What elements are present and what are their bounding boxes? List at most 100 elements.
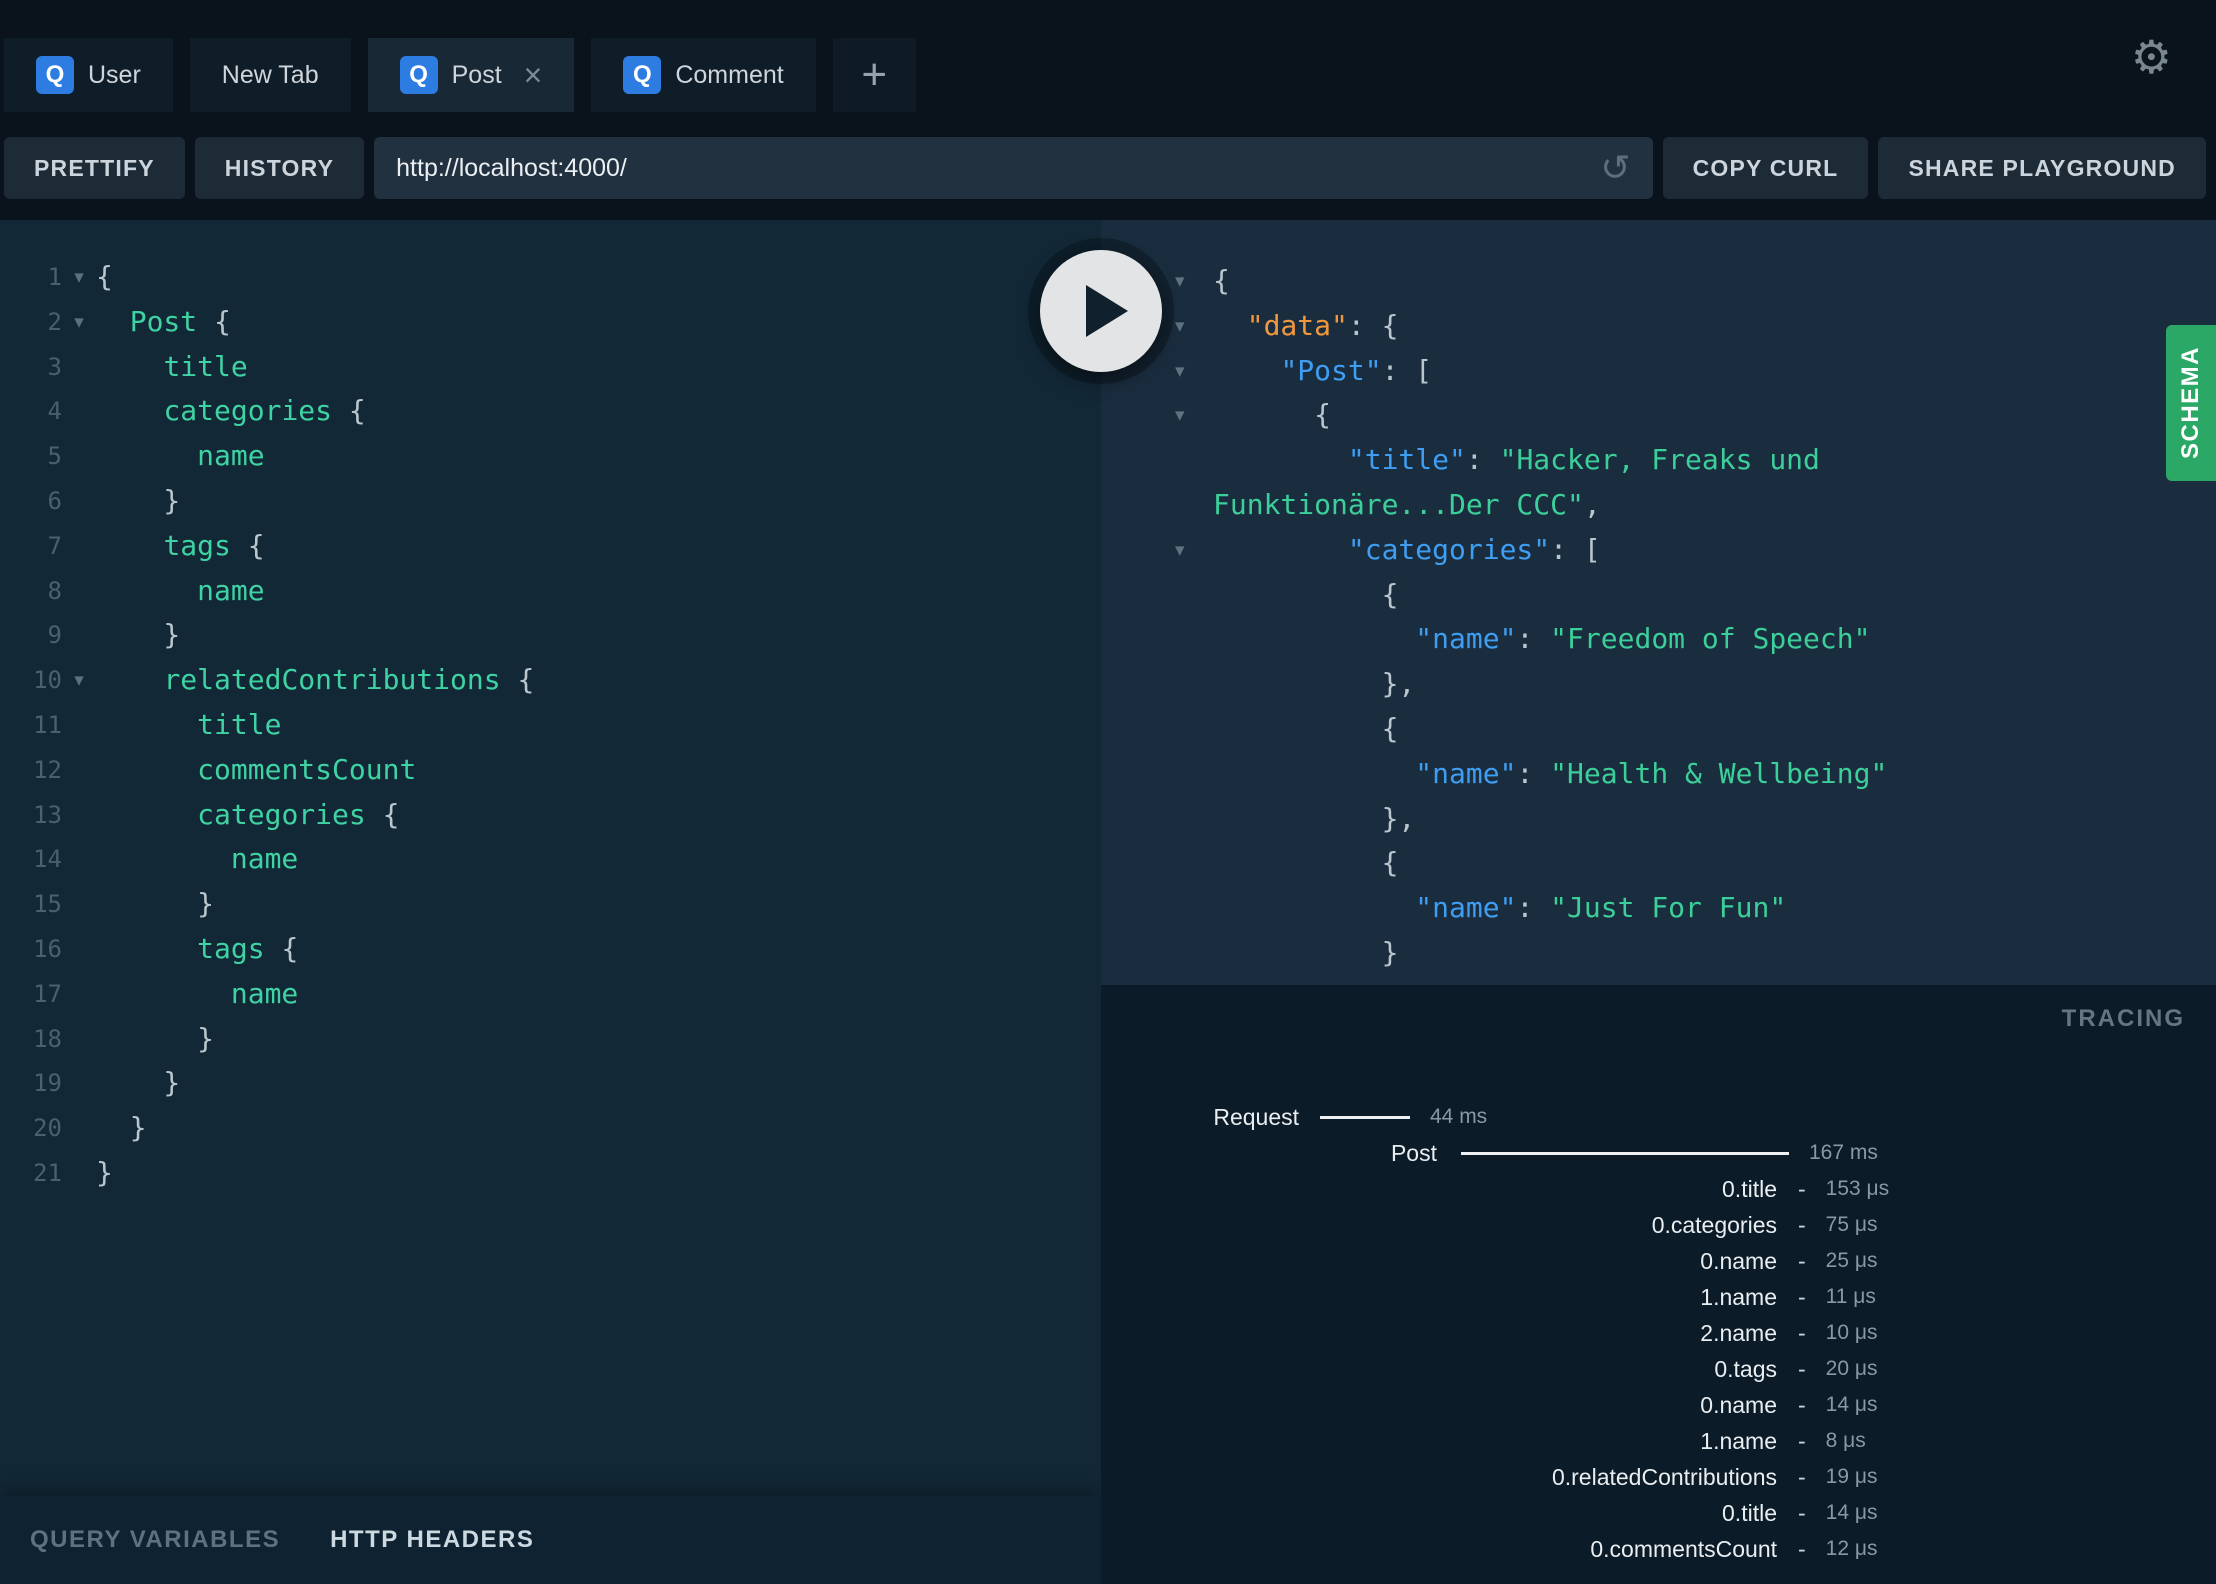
fold-arrow-spacer <box>62 479 96 524</box>
tracing-span-label: 0.relatedContributions <box>1551 1463 1777 1490</box>
tracing-span-label: Post <box>1390 1139 1437 1166</box>
fold-arrow-spacer <box>62 1061 96 1106</box>
tab-user[interactable]: Q User <box>4 38 173 112</box>
fold-arrow-icon[interactable]: ▾ <box>1175 349 1213 394</box>
tracing-row: 0.commentsCount -12 μs <box>1101 1531 2216 1567</box>
tracing-row: 0.title -14 μs <box>1101 1495 2216 1531</box>
tab-post[interactable]: Q Post × <box>367 38 575 112</box>
code-line: ], <box>1101 976 2216 985</box>
line-number: 1 <box>47 263 62 291</box>
tab-new-tab[interactable]: New Tab <box>189 38 351 112</box>
close-tab-icon[interactable]: × <box>524 59 543 91</box>
play-icon <box>1086 285 1128 337</box>
fold-arrow-icon[interactable]: ▾ <box>1175 304 1213 349</box>
tracing-row: 0.name -25 μs <box>1101 1243 2216 1279</box>
prettify-button[interactable]: PRETTIFY <box>4 137 185 199</box>
fold-arrow-spacer <box>62 1151 96 1196</box>
fold-arrow-spacer <box>62 1017 96 1062</box>
line-number: 11 <box>33 710 62 739</box>
tab-comment[interactable]: Q Comment <box>591 38 816 112</box>
tracing-dash: - <box>1798 1247 1806 1274</box>
code-line: 2 ▾ Post { <box>0 300 1101 345</box>
tracing-duration: 25 μs <box>1825 1249 1878 1272</box>
history-button[interactable]: HISTORY <box>194 137 365 199</box>
line-number: 14 <box>33 845 62 874</box>
fold-arrow-spacer <box>1175 841 1213 886</box>
settings-gear-icon[interactable]: ⚙ <box>2131 34 2172 80</box>
code-line: ▾ "Post": [ <box>1101 349 2216 394</box>
endpoint-url-box: ↺ <box>374 137 1653 199</box>
line-number: 21 <box>33 1158 62 1187</box>
tracing-span-label: 2.name <box>1700 1319 1777 1346</box>
reload-schema-icon[interactable]: ↺ <box>1600 150 1630 186</box>
tab-label: Comment <box>675 60 784 89</box>
code-line: ▾{ <box>1101 259 2216 304</box>
code-line: 20 } <box>0 1106 1101 1151</box>
fold-arrow-icon[interactable]: ▾ <box>62 658 96 703</box>
fold-arrow-spacer <box>1175 573 1213 618</box>
fold-arrow-icon[interactable]: ▾ <box>1175 259 1213 304</box>
tab-label: Post <box>451 60 502 89</box>
code-line: "name": "Just For Fun" <box>1101 886 2216 931</box>
tracing-dash: - <box>1798 1283 1806 1310</box>
code-line: "title": "Hacker, Freaks und <box>1101 438 2216 483</box>
tracing-rows: Request 44 ms Post 167 ms 0.title -153 μs 0.ca… <box>1101 1099 2216 1567</box>
line-number: 20 <box>33 1114 62 1143</box>
line-number: 7 <box>47 531 62 560</box>
line-number: 12 <box>33 755 62 784</box>
line-number: 2 <box>47 307 62 336</box>
line-number: 19 <box>33 1069 62 1098</box>
query-editor[interactable]: 1 ▾{2 ▾ Post {3 title 4 categories {5 name 6… <box>0 220 1101 1496</box>
tab-list: Q User New Tab Q Post × Q Comment <box>4 38 816 112</box>
endpoint-url-input[interactable] <box>396 153 1585 183</box>
tracing-duration: 8 μs <box>1825 1429 1866 1452</box>
tracing-header[interactable]: TRACING <box>1101 1005 2216 1039</box>
copy-curl-button[interactable]: COPY CURL <box>1662 137 1869 199</box>
toolbar: PRETTIFY HISTORY ↺ COPY CURL SHARE PLAYG… <box>0 112 2216 220</box>
code-line: } <box>1101 931 2216 976</box>
fold-arrow-icon[interactable]: ▾ <box>62 255 96 300</box>
fold-arrow-icon[interactable]: ▾ <box>1175 393 1213 438</box>
fold-arrow-spacer <box>62 748 96 793</box>
code-line: 8 name <box>0 569 1101 614</box>
main-area: 1 ▾{2 ▾ Post {3 title 4 categories {5 name 6… <box>0 220 2216 1584</box>
editor-footer: QUERY VARIABLES HTTP HEADERS <box>0 1496 1101 1584</box>
response-viewer: ▾{▾ "data": {▾ "Post": [▾ { "title": "Ha… <box>1101 220 2216 985</box>
code-line: 6 } <box>0 479 1101 524</box>
tracing-row: 0.name -14 μs <box>1101 1387 2216 1423</box>
code-line: 17 name <box>0 972 1101 1017</box>
fold-arrow-spacer <box>1175 617 1213 662</box>
line-number: 5 <box>47 442 62 471</box>
line-number: 6 <box>47 486 62 515</box>
tracing-span-label: Request <box>1213 1103 1299 1130</box>
fold-arrow-spacer <box>1175 707 1213 752</box>
fold-arrow-icon[interactable]: ▾ <box>1175 528 1213 573</box>
fold-arrow-spacer <box>62 837 96 882</box>
line-number: 4 <box>47 397 62 426</box>
tracing-span-label: 0.commentsCount <box>1590 1535 1777 1562</box>
execute-button[interactable] <box>1040 250 1162 372</box>
code-line: 19 } <box>0 1061 1101 1106</box>
code-line: 14 name <box>0 837 1101 882</box>
response-lines: ▾{▾ "data": {▾ "Post": [▾ { "title": "Ha… <box>1101 259 2216 985</box>
fold-arrow-spacer <box>62 927 96 972</box>
schema-tab[interactable]: SCHEMA <box>2166 325 2216 481</box>
line-number: 10 <box>33 666 62 695</box>
tracing-row: 1.name -11 μs <box>1101 1279 2216 1315</box>
code-line: 9 } <box>0 613 1101 658</box>
http-headers-tab[interactable]: HTTP HEADERS <box>330 1526 534 1554</box>
fold-arrow-spacer <box>1175 886 1213 931</box>
code-line: 7 tags { <box>0 524 1101 569</box>
code-line: }, <box>1101 662 2216 707</box>
query-icon: Q <box>36 56 74 94</box>
tracing-dash: - <box>1798 1175 1806 1202</box>
tab-label: New Tab <box>221 60 319 89</box>
fold-arrow-icon[interactable]: ▾ <box>62 300 96 345</box>
code-line: 12 commentsCount <box>0 748 1101 793</box>
tracing-panel: TRACING Request 44 ms Post 167 ms 0.title -15… <box>1101 985 2216 1584</box>
new-tab-button[interactable]: + <box>832 38 916 112</box>
fold-arrow-spacer <box>1175 752 1213 797</box>
share-playground-button[interactable]: SHARE PLAYGROUND <box>1878 137 2206 199</box>
query-variables-tab[interactable]: QUERY VARIABLES <box>30 1526 280 1554</box>
tracing-span-label: 0.tags <box>1714 1355 1777 1382</box>
